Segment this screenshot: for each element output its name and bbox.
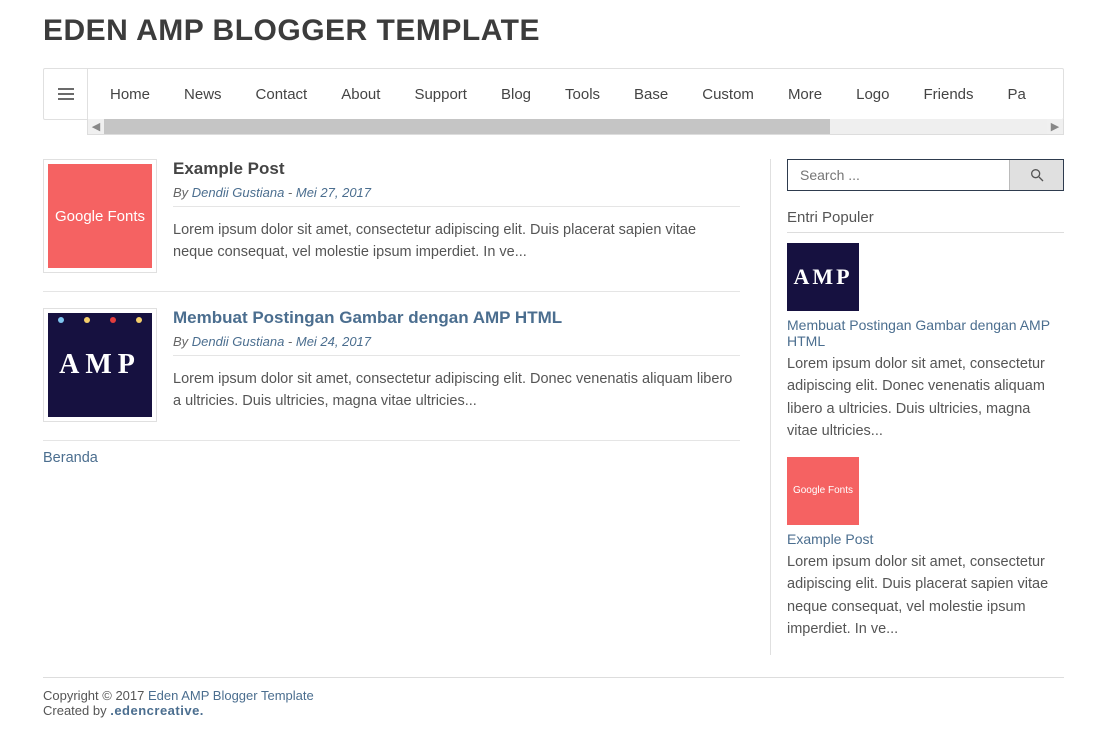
post-thumbnail[interactable]: Google Fonts (43, 159, 157, 273)
footer: Copyright © 2017 Eden AMP Blogger Templa… (43, 677, 1064, 718)
hamburger-icon (58, 88, 74, 100)
popular-thumbnail[interactable]: AMP (787, 243, 859, 311)
post-author-link[interactable]: Dendii Gustiana (192, 185, 285, 200)
created-by-text: Created by (43, 703, 110, 718)
popular-thumbnail[interactable]: Google Fonts (787, 457, 859, 525)
post-excerpt: Lorem ipsum dolor sit amet, consectetur … (173, 368, 740, 413)
site-title: EDEN AMP BLOGGER TEMPLATE (43, 0, 1064, 68)
post-excerpt: Lorem ipsum dolor sit amet, consectetur … (173, 219, 740, 264)
nav-item-logo[interactable]: Logo (856, 86, 889, 103)
home-link[interactable]: Beranda (43, 450, 98, 466)
nav-item-support[interactable]: Support (414, 86, 467, 103)
copyright-text: Copyright © 2017 (43, 688, 148, 703)
scroll-left-icon[interactable]: ◀ (88, 119, 104, 135)
nav-item-base[interactable]: Base (634, 86, 668, 103)
search-icon (1029, 167, 1045, 183)
nav-item-custom[interactable]: Custom (702, 86, 754, 103)
popular-excerpt: Lorem ipsum dolor sit amet, consectetur … (787, 353, 1064, 443)
popular-title[interactable]: Example Post (787, 531, 1064, 547)
popular-widget-title: Entri Populer (787, 209, 1064, 233)
search-button[interactable] (1009, 160, 1063, 190)
nav-item-pa[interactable]: Pa (1008, 86, 1026, 103)
nav-item-tools[interactable]: Tools (565, 86, 600, 103)
menu-toggle[interactable] (44, 69, 88, 119)
post-date-link[interactable]: Mei 24, 2017 (296, 334, 371, 349)
main-nav: Home News Contact About Support Blog Tools Base… (43, 68, 1064, 120)
scroll-track[interactable] (104, 119, 1047, 134)
post-title[interactable]: Example Post (173, 159, 740, 179)
post-date-link[interactable]: Mei 27, 2017 (296, 185, 371, 200)
scroll-right-icon[interactable]: ▶ (1047, 119, 1063, 135)
popular-item: Google Fonts Example Post Lorem ipsum dolo… (787, 457, 1064, 641)
search-box (787, 159, 1064, 191)
post-item: AMP Membuat Postingan Gambar dengan AMP H… (43, 308, 740, 441)
popular-item: AMP Membuat Postingan Gambar dengan AMP H… (787, 243, 1064, 443)
popular-excerpt: Lorem ipsum dolor sit amet, consectetur … (787, 551, 1064, 641)
nav-item-about[interactable]: About (341, 86, 380, 103)
nav-item-blog[interactable]: Blog (501, 86, 531, 103)
search-input[interactable] (788, 160, 1009, 190)
nav-item-more[interactable]: More (788, 86, 822, 103)
post-byline: By Dendii Gustiana - Mei 24, 2017 (173, 334, 740, 356)
post-item: Google Fonts Example Post By Dendii Gustia… (43, 159, 740, 292)
footer-site-link[interactable]: Eden AMP Blogger Template (148, 688, 314, 703)
nav-scrollbar[interactable]: ◀ ▶ (87, 119, 1064, 135)
scroll-thumb[interactable] (104, 119, 830, 134)
nav-item-friends[interactable]: Friends (924, 86, 974, 103)
post-title[interactable]: Membuat Postingan Gambar dengan AMP HTML (173, 308, 740, 328)
nav-item-contact[interactable]: Contact (256, 86, 308, 103)
nav-item-home[interactable]: Home (110, 86, 150, 103)
nav-item-news[interactable]: News (184, 86, 222, 103)
footer-brand-link[interactable]: .edencreative. (110, 703, 204, 718)
post-byline: By Dendii Gustiana - Mei 27, 2017 (173, 185, 740, 207)
post-author-link[interactable]: Dendii Gustiana (192, 334, 285, 349)
popular-title[interactable]: Membuat Postingan Gambar dengan AMP HTML (787, 317, 1064, 349)
post-thumbnail[interactable]: AMP (43, 308, 157, 422)
